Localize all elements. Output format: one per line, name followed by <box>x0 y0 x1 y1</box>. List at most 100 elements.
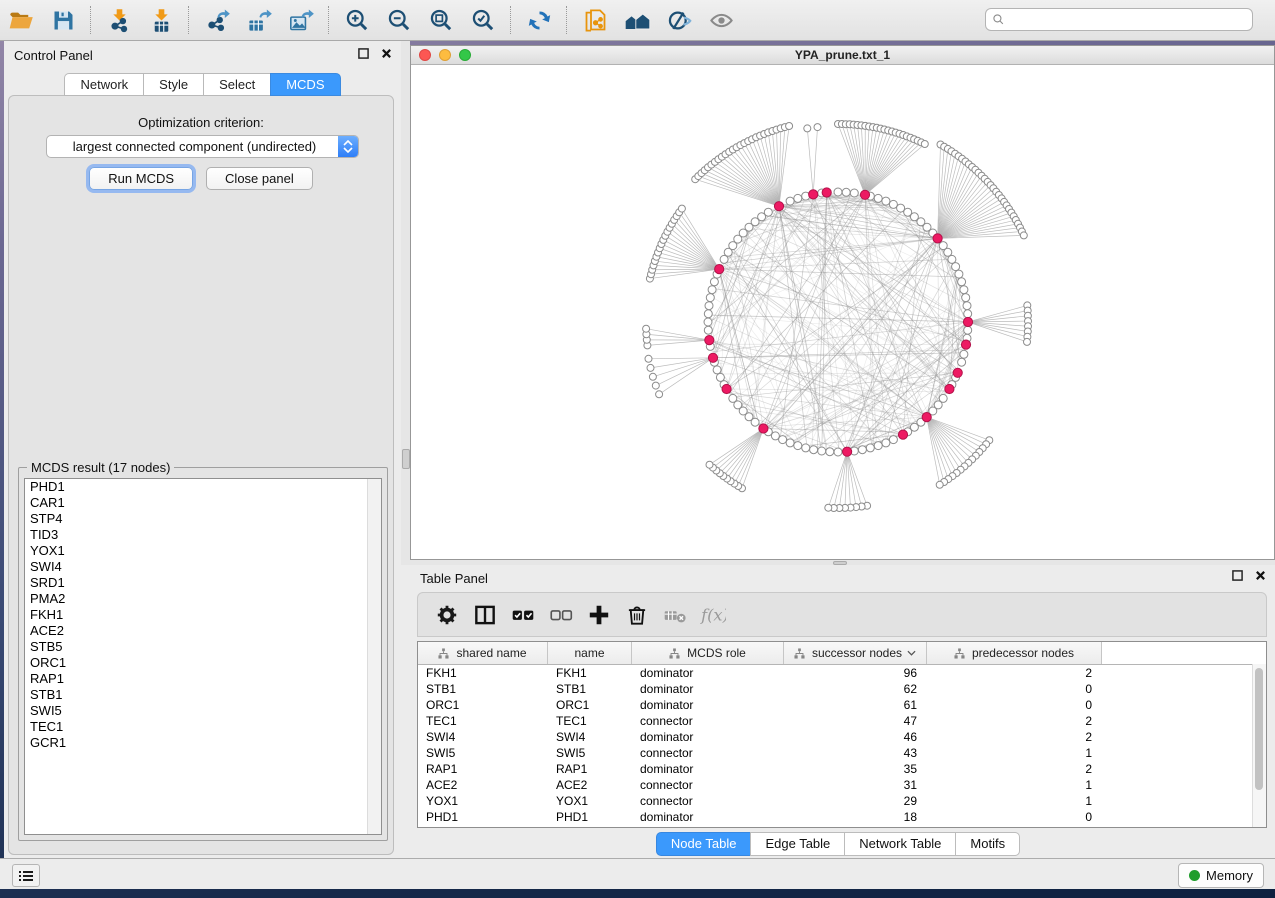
column-header-successor[interactable]: successor nodes <box>784 642 927 664</box>
cell-predecessor: 2 <box>927 714 1102 728</box>
search-box[interactable] <box>985 8 1253 31</box>
table-row[interactable]: FKH1FKH1dominator962 <box>418 665 1266 681</box>
mcds-hub-node[interactable] <box>953 368 962 377</box>
mcds-list-scrollbar[interactable] <box>367 479 381 834</box>
mcds-hub-node[interactable] <box>898 430 907 439</box>
mcds-result-item[interactable]: STB5 <box>25 639 381 655</box>
mcds-result-item[interactable]: ORC1 <box>25 655 381 671</box>
tab-mcds[interactable]: MCDS <box>270 73 340 96</box>
column-type-icon <box>438 648 449 659</box>
settings-button[interactable] <box>432 600 462 630</box>
mcds-result-item[interactable]: ACE2 <box>25 623 381 639</box>
zoom-in-button[interactable] <box>339 3 375 37</box>
mcds-hub-node[interactable] <box>774 202 783 211</box>
mcds-result-list[interactable]: PHD1CAR1STP4TID3YOX1SWI4SRD1PMA2FKH1ACE2… <box>24 478 382 835</box>
mcds-hub-node[interactable] <box>809 190 818 199</box>
mcds-result-item[interactable]: YOX1 <box>25 543 381 559</box>
mcds-hub-node[interactable] <box>843 447 852 456</box>
open-file-button[interactable] <box>3 3 39 37</box>
close-panel-icon[interactable] <box>1254 569 1267 582</box>
mcds-hub-node[interactable] <box>922 413 931 422</box>
mcds-result-item[interactable]: STB1 <box>25 687 381 703</box>
delete-column-button[interactable] <box>622 600 652 630</box>
mcds-result-item[interactable]: TID3 <box>25 527 381 543</box>
table-row[interactable]: PHD1PHD1dominator180 <box>418 809 1266 825</box>
export-image-button[interactable] <box>283 3 319 37</box>
control-panel-tabs: NetworkStyleSelectMCDS <box>4 73 401 96</box>
table-row[interactable]: RAP1RAP1dominator352 <box>418 761 1266 777</box>
mcds-hub-node[interactable] <box>822 188 831 197</box>
scrollbar-thumb[interactable] <box>1255 668 1263 790</box>
splitter-handle[interactable] <box>402 449 410 469</box>
select-all-button[interactable] <box>508 600 538 630</box>
mcds-hub-node[interactable] <box>759 424 768 433</box>
mcds-result-item[interactable]: GCR1 <box>25 735 381 751</box>
mcds-hub-node[interactable] <box>860 190 869 199</box>
export-table-button[interactable] <box>241 3 277 37</box>
mcds-result-item[interactable]: SWI5 <box>25 703 381 719</box>
split-view-button[interactable] <box>470 600 500 630</box>
tab-network-table[interactable]: Network Table <box>844 832 955 856</box>
table-row[interactable]: ACE2ACE2connector311 <box>418 777 1266 793</box>
mcds-hub-node[interactable] <box>963 317 972 326</box>
mcds-result-item[interactable]: TEC1 <box>25 719 381 735</box>
table-row[interactable]: ORC1ORC1dominator610 <box>418 697 1266 713</box>
import-network-button[interactable] <box>101 3 137 37</box>
tab-node-table[interactable]: Node Table <box>656 832 751 856</box>
duplicate-network-button[interactable] <box>577 3 613 37</box>
tab-select[interactable]: Select <box>203 73 270 96</box>
add-column-button[interactable] <box>584 600 614 630</box>
float-panel-icon[interactable] <box>357 47 370 60</box>
table-row[interactable]: YOX1YOX1connector291 <box>418 793 1266 809</box>
memory-button[interactable]: Memory <box>1178 863 1264 888</box>
zoom-fit-button[interactable] <box>423 3 459 37</box>
cell-name: ORC1 <box>548 698 632 712</box>
table-row[interactable]: STB1STB1dominator620 <box>418 681 1266 697</box>
export-network-button[interactable] <box>199 3 235 37</box>
run-mcds-button[interactable]: Run MCDS <box>89 167 193 190</box>
mcds-result-item[interactable]: CAR1 <box>25 495 381 511</box>
column-header-name[interactable]: name <box>548 642 632 664</box>
neighborhood-button[interactable] <box>619 3 655 37</box>
float-panel-icon[interactable] <box>1231 569 1244 582</box>
tab-motifs[interactable]: Motifs <box>955 832 1020 856</box>
mcds-hub-node[interactable] <box>933 234 942 243</box>
zoom-selected-button[interactable] <box>465 3 501 37</box>
close-panel-icon[interactable] <box>380 47 393 60</box>
column-header-shared_name[interactable]: shared name <box>418 642 548 664</box>
mcds-hub-node[interactable] <box>708 353 717 362</box>
table-row[interactable]: SWI4SWI4dominator462 <box>418 729 1266 745</box>
refresh-view-button[interactable] <box>521 3 557 37</box>
mcds-result-item[interactable]: PMA2 <box>25 591 381 607</box>
search-input[interactable] <box>1009 12 1252 28</box>
mcds-result-item[interactable]: SWI4 <box>25 559 381 575</box>
mcds-hub-node[interactable] <box>961 340 970 349</box>
tab-network[interactable]: Network <box>64 73 143 96</box>
table-row[interactable]: TEC1TEC1connector472 <box>418 713 1266 729</box>
import-table-button[interactable] <box>143 3 179 37</box>
hide-graphics-details-button[interactable] <box>661 3 697 37</box>
save-session-button[interactable] <box>45 3 81 37</box>
mcds-result-item[interactable]: SRD1 <box>25 575 381 591</box>
mcds-hub-node[interactable] <box>722 384 731 393</box>
mcds-result-item[interactable]: STP4 <box>25 511 381 527</box>
show-graphics-details-button[interactable] <box>703 3 739 37</box>
deselect-all-button[interactable] <box>546 600 576 630</box>
table-row[interactable]: SWI5SWI5connector431 <box>418 745 1266 761</box>
column-header-predecessor[interactable]: predecessor nodes <box>927 642 1102 664</box>
mcds-result-item[interactable]: PHD1 <box>25 479 381 495</box>
panel-menu-button[interactable] <box>12 864 40 887</box>
close-panel-button[interactable]: Close panel <box>206 167 313 190</box>
column-header-role[interactable]: MCDS role <box>632 642 784 664</box>
mcds-result-item[interactable]: FKH1 <box>25 607 381 623</box>
table-scrollbar[interactable] <box>1252 664 1266 827</box>
mcds-hub-node[interactable] <box>945 384 954 393</box>
network-canvas[interactable] <box>411 64 1274 559</box>
tab-edge-table[interactable]: Edge Table <box>750 832 844 856</box>
optimization-criterion-select[interactable]: largest connected component (undirected) <box>46 135 359 158</box>
tab-style[interactable]: Style <box>143 73 203 96</box>
zoom-out-button[interactable] <box>381 3 417 37</box>
mcds-result-item[interactable]: RAP1 <box>25 671 381 687</box>
mcds-hub-node[interactable] <box>705 336 714 345</box>
mcds-hub-node[interactable] <box>715 265 724 274</box>
